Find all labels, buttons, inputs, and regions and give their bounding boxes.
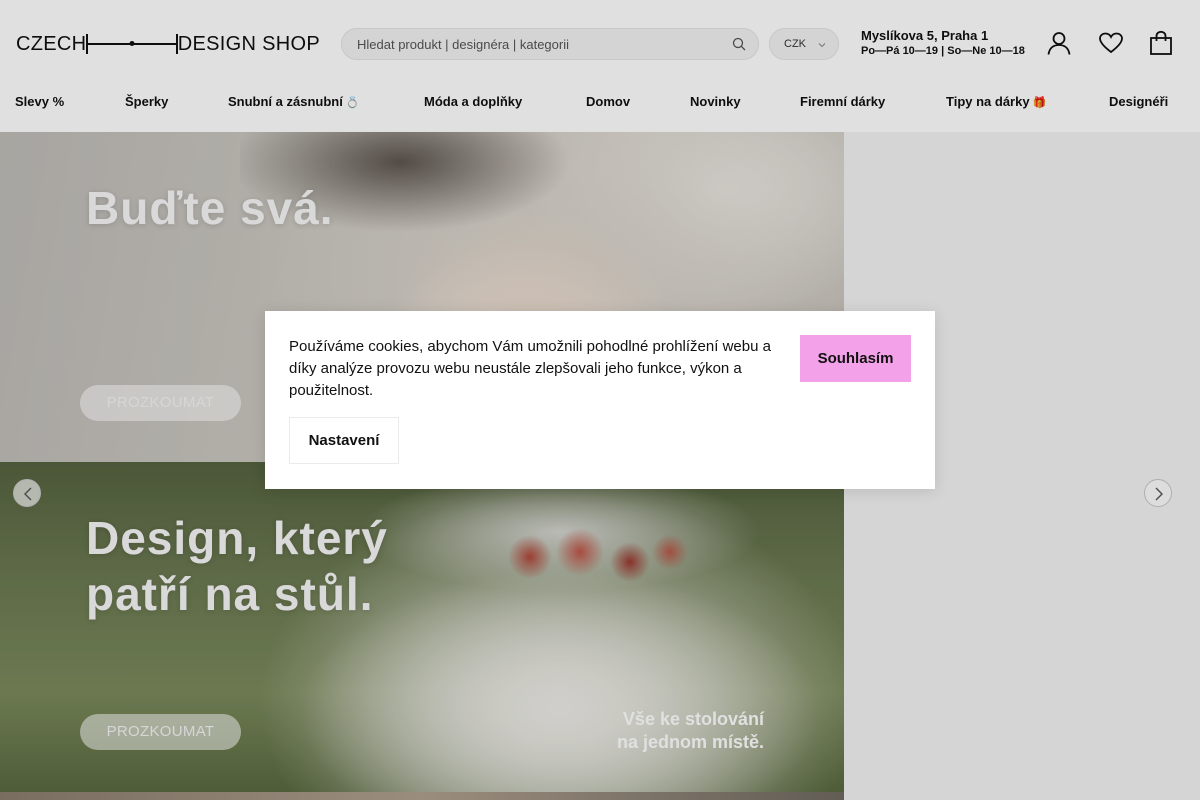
accept-cookies-button[interactable]: Souhlasím [800,335,911,382]
cookie-banner: Používáme cookies, abychom Vám umožnili … [265,311,935,489]
cookie-message: Používáme cookies, abychom Vám umožnili … [289,338,771,399]
cookie-settings-button[interactable]: Nastavení [289,417,399,464]
